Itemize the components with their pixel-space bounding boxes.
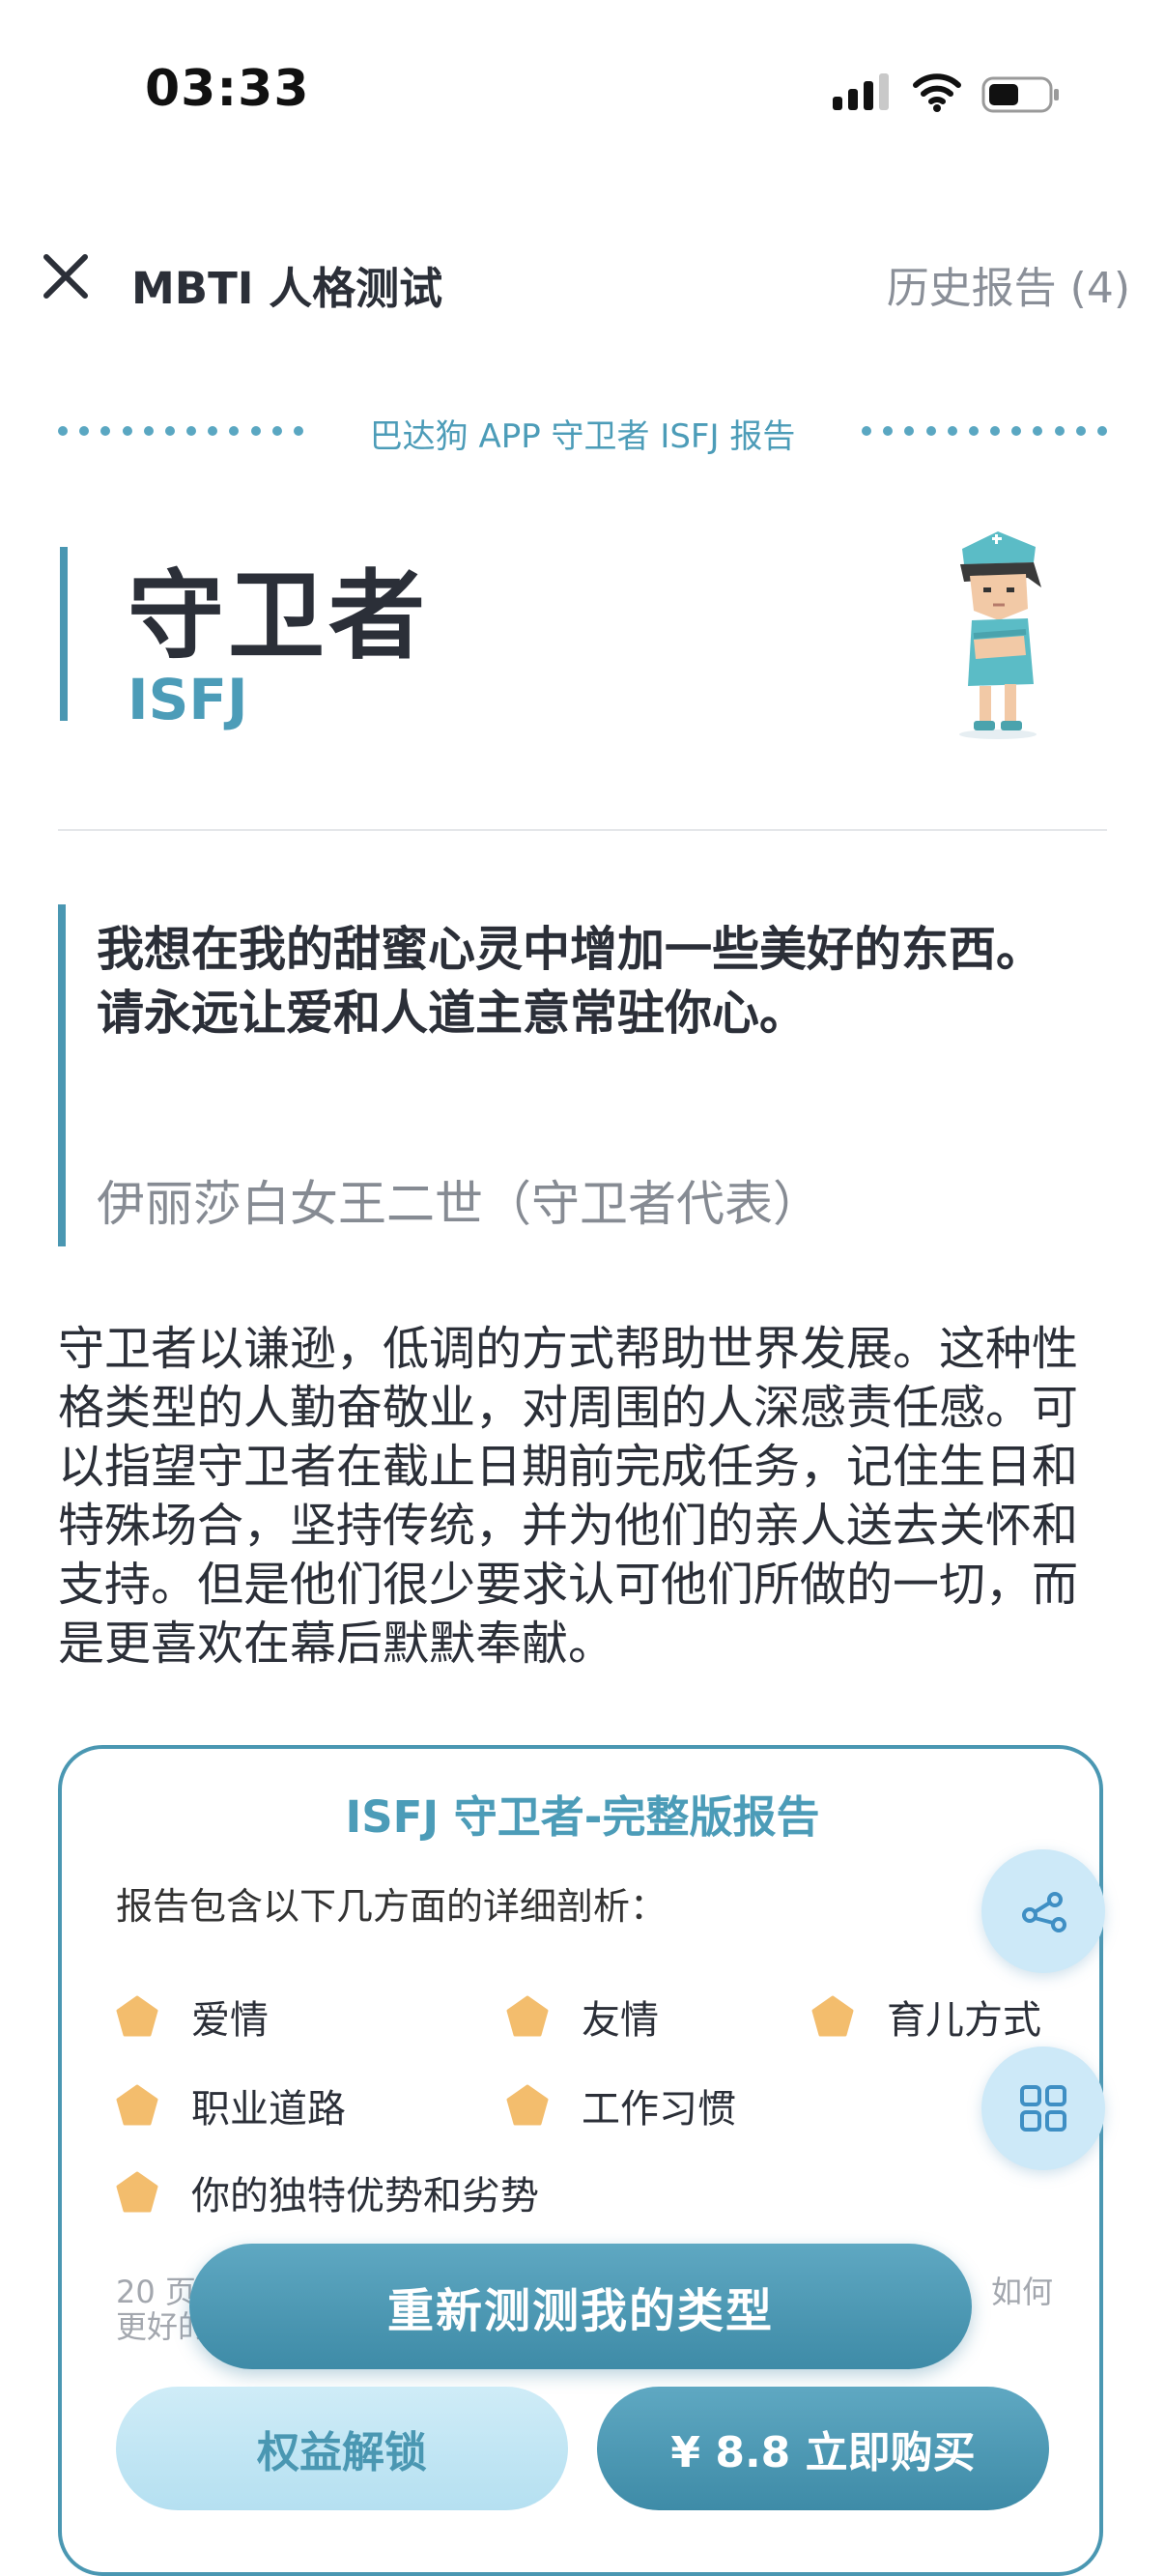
quote-text: 我想在我的甜蜜心灵中增加一些美好的东西。请永远让爱和人道主意常驻你心。 (97, 922, 1044, 1041)
section-divider (58, 829, 1107, 831)
menu-grid-button[interactable] (981, 2046, 1105, 2170)
feature-item: 育儿方式 (811, 1989, 1041, 2045)
feature-item: 爱情 (116, 1989, 269, 2045)
unlock-benefits-button[interactable]: 权益解锁 (116, 2387, 568, 2510)
share-icon (1022, 1892, 1066, 1932)
dotted-divider-left (58, 426, 303, 436)
feature-item: 你的独特优势和劣势 (116, 2164, 539, 2220)
personality-code: ISFJ (128, 667, 248, 732)
nurse-character-illustration (959, 531, 1041, 739)
feature-item: 工作习惯 (506, 2077, 736, 2133)
cellular-signal-icon (833, 73, 889, 110)
full-report-title: ISFJ 守卫者-完整版报告 (345, 1791, 820, 1843)
grid-icon (1020, 2085, 1066, 2132)
history-reports-link[interactable]: 历史报告 (4) (887, 253, 1130, 315)
feature-label: 职业道路 (191, 2087, 346, 2132)
pentagon-icon (116, 1995, 158, 2037)
pentagon-icon (116, 2084, 158, 2126)
feature-label: 工作习惯 (582, 2087, 736, 2132)
battery-icon (981, 76, 1059, 113)
pentagon-icon (811, 1995, 854, 2037)
personality-description: 守卫者以谦逊，低调的方式帮助世界发展。这种性格类型的人勤奋敬业，对周围的人深感责… (58, 1322, 1079, 1671)
report-note-left: 20 页 (116, 2275, 196, 2310)
dotted-divider-right (862, 426, 1107, 436)
feature-label: 友情 (582, 1998, 659, 2043)
quote-author: 伊丽莎白女王二世（守卫者代表） (97, 1176, 821, 1232)
feature-label: 育儿方式 (887, 1998, 1041, 2043)
feature-item: 友情 (506, 1989, 659, 2045)
status-time: 03:33 (145, 60, 310, 118)
report-note-right: 如何 (990, 2275, 1053, 2310)
quote-accent-bar (58, 904, 66, 1246)
retest-button[interactable]: 重新测测我的类型 (189, 2244, 972, 2369)
pentagon-icon (116, 2171, 158, 2213)
close-icon[interactable] (39, 249, 93, 303)
pentagon-icon (506, 1995, 549, 2037)
report-banner: 巴达狗 APP 守卫者 ISFJ 报告 (369, 417, 796, 456)
wifi-icon (913, 73, 961, 112)
feature-label: 你的独特优势和劣势 (191, 2174, 539, 2218)
feature-label: 爱情 (191, 1998, 269, 2043)
title-accent-bar (60, 547, 68, 721)
feature-item: 职业道路 (116, 2077, 346, 2133)
personality-name: 守卫者 (128, 559, 429, 673)
buy-now-button[interactable]: ¥ 8.8 立即购买 (597, 2387, 1049, 2510)
full-report-intro: 报告包含以下几方面的详细剖析： (116, 1885, 668, 1928)
page-title: MBTI 人格测试 (131, 263, 443, 314)
share-button[interactable] (981, 1849, 1105, 1973)
pentagon-icon (506, 2084, 549, 2126)
